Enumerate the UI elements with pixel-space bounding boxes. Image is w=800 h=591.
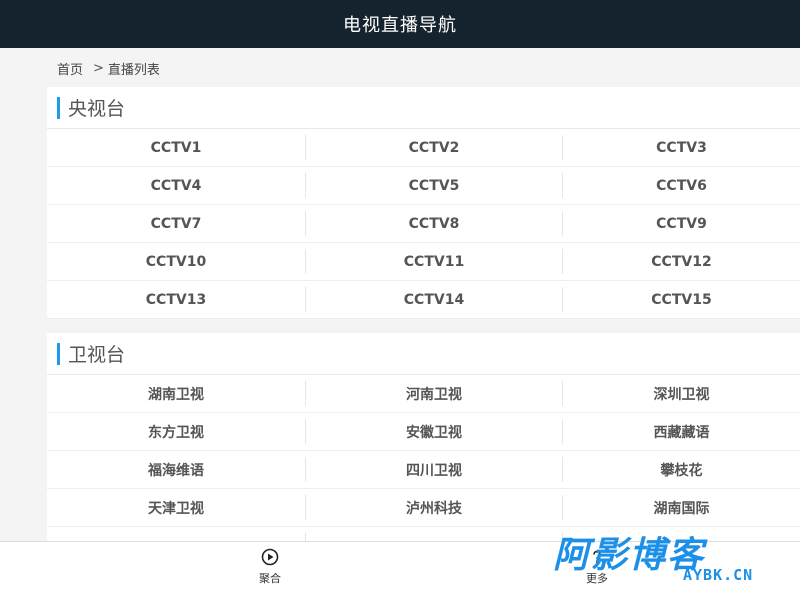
- channel-link-cctv9[interactable]: CCTV9: [563, 205, 800, 243]
- channel-link-cctv7[interactable]: CCTV7: [47, 205, 305, 243]
- bottom-nav-aggregate[interactable]: 聚合: [230, 548, 310, 586]
- page-title: 电视直播导航: [343, 15, 457, 36]
- breadcrumb: 首页 > 直播列表: [57, 58, 160, 78]
- top-header-bar: 电视直播导航: [0, 0, 800, 48]
- channel-link-shenzhen[interactable]: 深圳卫视: [563, 375, 800, 413]
- channel-link-cctv6[interactable]: CCTV6: [563, 167, 800, 205]
- breadcrumb-separator: >: [93, 60, 104, 76]
- section-cctv: 央视台 CCTV1 CCTV2 CCTV3 CCTV4 CCTV5 CCTV6 …: [47, 87, 800, 319]
- breadcrumb-current: 直播列表: [107, 62, 160, 78]
- section-satellite: 卫视台 湖南卫视 河南卫视 深圳卫视 东方卫视 安徽卫视 西藏藏语 福海维语 四…: [47, 333, 800, 541]
- channel-grid: CCTV1 CCTV2 CCTV3 CCTV4 CCTV5 CCTV6 CCTV…: [47, 129, 800, 319]
- channel-link-hunan-intl[interactable]: 湖南国际: [563, 489, 800, 527]
- channel-grid: 湖南卫视 河南卫视 深圳卫视 东方卫视 安徽卫视 西藏藏语 福海维语 四川卫视 …: [47, 375, 800, 541]
- channel-link-cctv13[interactable]: CCTV13: [47, 281, 305, 319]
- channel-link-panzhihua[interactable]: 攀枝花: [563, 451, 800, 489]
- play-circle-icon: [261, 548, 279, 566]
- channel-link-cctv10[interactable]: CCTV10: [47, 243, 305, 281]
- channel-link-tianjin[interactable]: 天津卫视: [47, 489, 305, 527]
- channel-link-xizang[interactable]: 西藏藏语: [563, 413, 800, 451]
- section-accent-bar: [57, 96, 60, 119]
- channel-link-dongfang[interactable]: 东方卫视: [47, 413, 305, 451]
- channel-link-hunan[interactable]: 湖南卫视: [47, 375, 305, 413]
- channel-link-anhui[interactable]: 安徽卫视: [305, 413, 563, 451]
- section-header: 卫视台: [47, 333, 800, 375]
- channel-link-cctv11[interactable]: CCTV11: [305, 243, 563, 281]
- channel-link-cctv15[interactable]: CCTV15: [563, 281, 800, 319]
- channel-link-cctv3[interactable]: CCTV3: [563, 129, 800, 167]
- bottom-nav-label: 聚合: [259, 572, 281, 585]
- section-header: 央视台: [47, 87, 800, 129]
- channel-link-cctv4[interactable]: CCTV4: [47, 167, 305, 205]
- channel-link-partial[interactable]: [47, 527, 305, 541]
- channel-link-luzhou[interactable]: 泸州科技: [305, 489, 563, 527]
- channel-link-fuhai[interactable]: 福海维语: [47, 451, 305, 489]
- breadcrumb-home-link[interactable]: 首页: [57, 59, 83, 78]
- channel-link-cctv12[interactable]: CCTV12: [563, 243, 800, 281]
- channel-link-cctv14[interactable]: CCTV14: [305, 281, 563, 319]
- channel-link-cctv2[interactable]: CCTV2: [305, 129, 563, 167]
- channel-link-cctv8[interactable]: CCTV8: [305, 205, 563, 243]
- channel-link-henan[interactable]: 河南卫视: [305, 375, 563, 413]
- channel-link-cctv1[interactable]: CCTV1: [47, 129, 305, 167]
- channel-link-sichuan[interactable]: 四川卫视: [305, 451, 563, 489]
- section-title: 卫视台: [68, 344, 126, 366]
- watermark-logo: 阿影博客 AYBK.CN: [553, 530, 785, 586]
- channel-link-partial[interactable]: [305, 527, 563, 541]
- channel-link-cctv5[interactable]: CCTV5: [305, 167, 563, 205]
- section-title: 央视台: [68, 98, 126, 120]
- watermark-domain: AYBK.CN: [683, 566, 754, 584]
- section-accent-bar: [57, 342, 60, 365]
